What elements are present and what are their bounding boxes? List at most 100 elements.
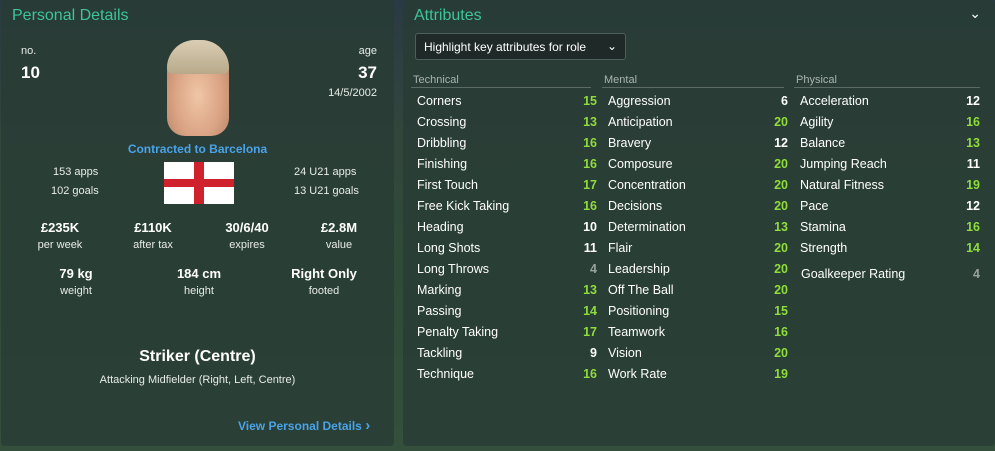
mental-header: Mental	[604, 74, 638, 86]
attribute-name: Positioning	[608, 304, 670, 318]
mental-attribute-row[interactable]: Leadership 20	[608, 259, 788, 280]
number-label: no.	[21, 45, 37, 57]
goalkeeper-rating-row[interactable]: Goalkeeper Rating 4	[801, 264, 980, 285]
mental-attribute-row[interactable]: Anticipation 20	[608, 112, 788, 133]
attribute-name: Teamwork	[608, 325, 665, 339]
u21-apps-count: 24 U21 apps	[294, 166, 357, 178]
attribute-name: Long Shots	[417, 241, 481, 255]
wage-label: per week	[37, 239, 83, 251]
mental-attribute-row[interactable]: Concentration 20	[608, 175, 788, 196]
attribute-value: 11	[966, 157, 980, 171]
number-value: 10	[21, 63, 40, 82]
personal-details-title: Personal Details	[12, 7, 129, 24]
technical-attribute-row[interactable]: Passing 14	[417, 301, 597, 322]
physical-attribute-row[interactable]: Acceleration 12	[800, 91, 980, 112]
mental-attribute-row[interactable]: Vision 20	[608, 343, 788, 364]
personal-details-panel: Personal Details no. 10 age 37 14/5/2002…	[1, 0, 394, 446]
attribute-value: 10	[583, 220, 597, 234]
mental-divider	[602, 87, 784, 88]
player-avatar	[167, 40, 229, 136]
technical-attribute-row[interactable]: First Touch 17	[417, 175, 597, 196]
technical-attribute-row[interactable]: Heading 10	[417, 217, 597, 238]
goalkeeper-rating-label: Goalkeeper Rating	[801, 267, 906, 281]
attribute-value: 13	[774, 220, 788, 234]
date-of-birth: 14/5/2002	[328, 87, 377, 99]
attribute-value: 13	[966, 136, 980, 150]
market-value: £2.8M	[320, 220, 358, 235]
avatar-hair	[167, 40, 229, 74]
mental-attribute-row[interactable]: Bravery 12	[608, 133, 788, 154]
attribute-name: Penalty Taking	[417, 325, 499, 339]
technical-attribute-row[interactable]: Technique 16	[417, 364, 597, 385]
attribute-name: Decisions	[608, 199, 663, 213]
footed-value: Right Only	[291, 266, 357, 281]
mental-attribute-row[interactable]: Determination 13	[608, 217, 788, 238]
contract-expires-value: 30/6/40	[225, 220, 269, 235]
attribute-name: Crossing	[417, 115, 467, 129]
attribute-name: Concentration	[608, 178, 686, 192]
mental-attribute-row[interactable]: Flair 20	[608, 238, 788, 259]
attribute-name: Flair	[608, 241, 633, 255]
attribute-name: Agility	[800, 115, 834, 129]
attribute-value: 17	[583, 178, 597, 192]
attribute-value: 6	[781, 94, 788, 108]
technical-attribute-row[interactable]: Corners 15	[417, 91, 597, 112]
technical-attribute-row[interactable]: Tackling 9	[417, 343, 597, 364]
attribute-value: 20	[774, 178, 788, 192]
technical-attribute-row[interactable]: Dribbling 16	[417, 133, 597, 154]
technical-divider	[411, 87, 591, 88]
attribute-name: Heading	[417, 220, 464, 234]
attribute-value: 16	[583, 367, 597, 381]
attribute-name: Technique	[417, 367, 474, 381]
technical-attribute-row[interactable]: Long Throws 4	[417, 259, 597, 280]
physical-attribute-row[interactable]: Jumping Reach 11	[800, 154, 980, 175]
view-personal-details-link[interactable]: View Personal Details ›	[238, 417, 370, 434]
attribute-value: 20	[774, 115, 788, 129]
technical-attribute-row[interactable]: Penalty Taking 17	[417, 322, 597, 343]
attribute-value: 13	[583, 115, 597, 129]
attribute-name: Finishing	[417, 157, 468, 171]
physical-attribute-row[interactable]: Natural Fitness 19	[800, 175, 980, 196]
attribute-value: 16	[966, 115, 980, 129]
physical-attribute-row[interactable]: Stamina 16	[800, 217, 980, 238]
height-value: 184 cm	[176, 266, 222, 281]
mental-attribute-row[interactable]: Positioning 15	[608, 301, 788, 322]
technical-attribute-row[interactable]: Marking 13	[417, 280, 597, 301]
physical-header: Physical	[796, 74, 837, 86]
mental-attribute-row[interactable]: Decisions 20	[608, 196, 788, 217]
physical-divider	[794, 87, 980, 88]
attribute-value: 19	[966, 178, 980, 192]
technical-attribute-row[interactable]: Free Kick Taking 16	[417, 196, 597, 217]
contract-status[interactable]: Contracted to Barcelona	[1, 142, 394, 156]
footed-label: footed	[308, 285, 340, 297]
technical-attribute-row[interactable]: Crossing 13	[417, 112, 597, 133]
mental-attribute-row[interactable]: Work Rate 19	[608, 364, 788, 385]
attribute-name: Long Throws	[417, 262, 490, 276]
attribute-name: Stamina	[800, 220, 846, 234]
attribute-value: 14	[966, 241, 980, 255]
attribute-name: Composure	[608, 157, 673, 171]
physical-attribute-row[interactable]: Balance 13	[800, 133, 980, 154]
mental-attribute-row[interactable]: Composure 20	[608, 154, 788, 175]
physical-attribute-row[interactable]: Pace 12	[800, 196, 980, 217]
attribute-value: 19	[774, 367, 788, 381]
attribute-name: Aggression	[608, 94, 671, 108]
attribute-value: 12	[966, 199, 980, 213]
age-value: 37	[358, 63, 377, 82]
attribute-value: 11	[583, 241, 597, 255]
mental-attribute-row[interactable]: Teamwork 16	[608, 322, 788, 343]
attributes-title: Attributes	[414, 7, 482, 24]
physical-attribute-row[interactable]: Strength 14	[800, 238, 980, 259]
mental-attribute-row[interactable]: Off The Ball 20	[608, 280, 788, 301]
technical-attribute-row[interactable]: Long Shots 11	[417, 238, 597, 259]
attribute-name: Jumping Reach	[800, 157, 887, 171]
mental-attribute-row[interactable]: Aggression 6	[608, 91, 788, 112]
technical-attribute-row[interactable]: Finishing 16	[417, 154, 597, 175]
physical-attribute-row[interactable]: Agility 16	[800, 112, 980, 133]
goals-count: 102 goals	[51, 185, 99, 197]
attribute-value: 15	[583, 94, 597, 108]
highlight-role-dropdown[interactable]: Highlight key attributes for role ⌄	[415, 33, 626, 60]
height-label: height	[184, 285, 214, 297]
attribute-value: 12	[966, 94, 980, 108]
collapse-chevron-icon[interactable]: ⌄	[969, 5, 981, 22]
